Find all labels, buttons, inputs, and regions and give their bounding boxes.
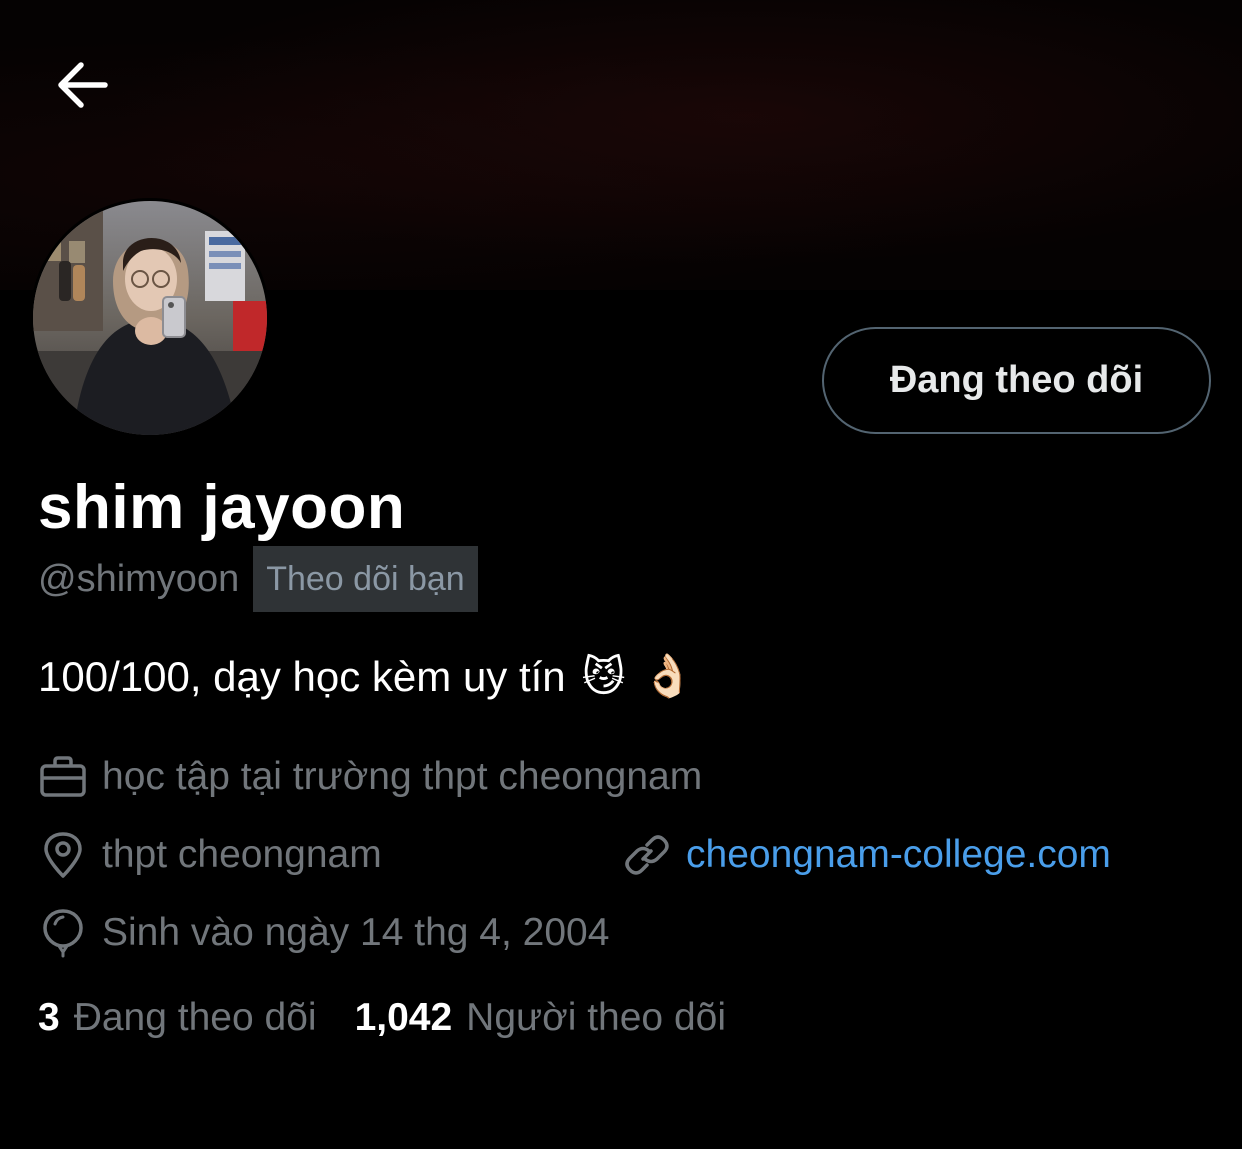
following-button[interactable]: Đang theo dõi	[822, 327, 1211, 434]
bio-text: 100/100, dạy học kèm uy tín	[38, 652, 566, 700]
display-name: shim jayoon	[38, 473, 406, 542]
back-button[interactable]	[50, 52, 116, 118]
following-link[interactable]: 3 Đang theo dõi	[38, 996, 317, 1040]
following-label: Đang theo dõi	[73, 996, 317, 1039]
handle-row: @shimyoon Theo dõi bạn	[38, 546, 478, 612]
following-count: 3	[38, 996, 60, 1039]
location-pin-icon	[38, 830, 88, 880]
location-text: thpt cheongnam	[102, 833, 382, 876]
followers-link[interactable]: 1,042 Người theo dõi	[355, 996, 726, 1040]
followers-count: 1,042	[354, 996, 453, 1039]
arrow-left-icon	[58, 62, 108, 108]
briefcase-icon	[38, 752, 88, 802]
birthday-text: Sinh vào ngày 14 thg 4, 2004	[102, 911, 610, 954]
followers-label: Người theo dõi	[466, 996, 726, 1039]
avatar-photo	[33, 201, 267, 435]
follow-stats: 3 Đang theo dõi 1,042 Người theo dõi	[38, 996, 726, 1040]
work-text: học tập tại trường thpt cheongnam	[102, 755, 703, 798]
link-icon	[622, 830, 672, 880]
avatar[interactable]	[30, 198, 270, 438]
bio: 100/100, dạy học kèm uy tín 😼 👌🏻	[38, 652, 694, 701]
follows-you-badge: Theo dõi bạn	[253, 546, 478, 612]
ok-hand-emoji: 👌🏻	[641, 652, 694, 699]
website-row: cheongnam-college.com	[622, 830, 1111, 880]
smirking-cat-emoji: 😼	[581, 653, 626, 700]
username-handle: @shimyoon	[38, 557, 240, 600]
website-link[interactable]: cheongnam-college.com	[686, 833, 1111, 877]
balloon-icon	[38, 908, 88, 958]
birthday-row: Sinh vào ngày 14 thg 4, 2004	[38, 908, 609, 958]
work-row: học tập tại trường thpt cheongnam	[38, 752, 702, 802]
location-row: thpt cheongnam	[38, 830, 382, 880]
